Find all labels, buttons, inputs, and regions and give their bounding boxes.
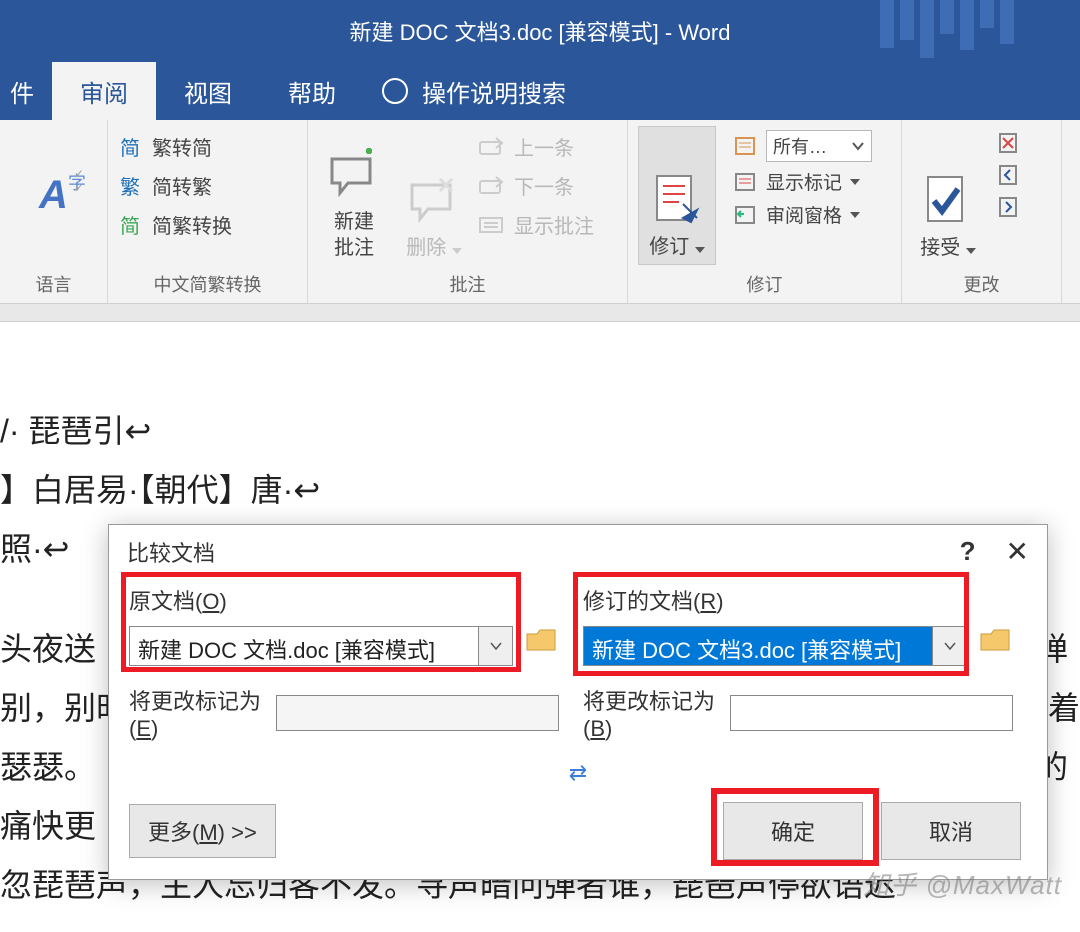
revised-document-dropdown[interactable] [933, 626, 967, 666]
delete-comment-button: 删除 [398, 126, 470, 265]
titlebar-graphic [880, 0, 1060, 62]
language-icon: A [39, 173, 68, 217]
simplified-glyph-icon: 简 [118, 132, 142, 161]
ribbon-group-simplified: 简 繁转简 繁 简转繁 简 简繁转换 中文简繁转换 [108, 120, 308, 303]
cancel-button[interactable]: 取消 [881, 802, 1021, 860]
next-change-button[interactable] [998, 196, 1022, 218]
prev-change-icon [998, 164, 1022, 186]
browse-original-button[interactable] [525, 626, 559, 654]
delete-comment-icon [406, 171, 462, 227]
markup-doc-icon [734, 136, 758, 156]
ribbon-group-comments: 新建 批注 删除 上一条 下一条 显示批注 [308, 120, 628, 303]
show-comments-icon [478, 214, 506, 236]
group-label-simplified: 中文简繁转换 [118, 265, 297, 301]
convert-glyph-icon: 简 [118, 210, 142, 239]
group-label-language: 语言 [10, 265, 97, 301]
group-label-tracking: 修订 [638, 265, 891, 301]
tab-view[interactable]: 视图 [156, 62, 260, 120]
group-label-changes: 更改 [912, 265, 1051, 301]
ok-button[interactable]: 确定 [723, 802, 863, 860]
group-label-comments: 批注 [318, 265, 617, 301]
reject-button[interactable] [998, 132, 1022, 154]
tab-review[interactable]: 审阅 [52, 62, 156, 120]
reviewing-pane-button[interactable]: 审阅窗格 [734, 201, 891, 228]
new-comment-button[interactable]: 新建 批注 [318, 126, 390, 265]
ribbon: A 字 ✓✓ 语言 简 繁转简 繁 简转繁 简 简繁转换 [0, 120, 1080, 304]
show-comments-button: 显示批注 [478, 210, 594, 239]
mark-changes-label-2: 将更改标记为(B) [583, 684, 718, 742]
new-comment-icon [326, 145, 382, 201]
mark-changes-input-1 [276, 695, 559, 731]
prev-change-button[interactable] [998, 164, 1022, 186]
reject-icon [998, 132, 1022, 154]
original-document-section: 原文档(O) 新建 DOC 文档.doc [兼容模式] 将更改标记为(E) [129, 584, 559, 742]
accept-button[interactable]: 接受 [912, 126, 984, 265]
prev-comment-button: 上一条 [478, 132, 594, 161]
swap-documents-button[interactable]: ⇄ [109, 746, 1047, 796]
accept-icon [920, 171, 976, 227]
traditional-glyph-icon: 繁 [118, 171, 142, 200]
revised-document-label: 修订的文档(R) [583, 584, 1013, 616]
prev-comment-icon [478, 136, 506, 158]
original-document-combo[interactable]: 新建 DOC 文档.doc [兼容模式] [129, 626, 479, 666]
convert-to-simplified[interactable]: 简 繁转简 [118, 132, 232, 161]
dialog-close-button[interactable]: ✕ [1006, 535, 1029, 568]
reviewing-pane-icon [734, 205, 758, 225]
revised-document-section: 修订的文档(R) 新建 DOC 文档3.doc [兼容模式] 将更改标记为(B) [583, 584, 1013, 742]
chevron-down-icon [851, 139, 865, 153]
lightbulb-icon [382, 78, 408, 104]
document-title: 新建 DOC 文档3.doc [兼容模式] - Word [350, 15, 731, 47]
tab-help[interactable]: 帮助 [260, 62, 364, 120]
doc-line: /· 琵琶引↩ [0, 402, 1080, 461]
revised-document-combo[interactable]: 新建 DOC 文档3.doc [兼容模式] [583, 626, 933, 666]
ribbon-group-tracking: 修订 所有… 显示标记 审阅窗格 修订 [628, 120, 902, 303]
next-change-icon [998, 196, 1022, 218]
mark-changes-input-2[interactable] [730, 695, 1013, 731]
show-markup-icon [734, 172, 758, 192]
doc-line: 】白居易·【朝代】唐·↩ [0, 461, 1080, 520]
ribbon-group-language: A 字 ✓✓ 语言 [0, 120, 108, 303]
ribbon-tabs: 件 审阅 视图 帮助 操作说明搜索 [0, 62, 1080, 120]
convert-to-traditional[interactable]: 繁 简转繁 [118, 171, 232, 200]
ribbon-group-changes: 接受 更改 [902, 120, 1062, 303]
track-changes-button[interactable]: 修订 [638, 126, 716, 265]
original-document-label: 原文档(O) [129, 584, 559, 616]
next-comment-icon [478, 175, 506, 197]
checkmarks-icon: ✓✓ [74, 167, 84, 195]
original-document-dropdown[interactable] [479, 626, 513, 666]
tell-me-search[interactable]: 操作说明搜索 [364, 62, 566, 120]
dialog-title: 比较文档 [127, 536, 215, 568]
ruler-area [0, 304, 1080, 322]
convert-simplified-traditional[interactable]: 简 简繁转换 [118, 210, 232, 239]
show-markup-button[interactable]: 显示标记 [734, 168, 891, 195]
mark-changes-label-1: 将更改标记为(E) [129, 684, 264, 742]
language-button[interactable]: A 字 ✓✓ [31, 169, 76, 222]
browse-revised-button[interactable] [979, 626, 1013, 654]
tab-file[interactable]: 件 [0, 62, 52, 120]
next-comment-button: 下一条 [478, 171, 594, 200]
dialog-help-button[interactable]: ? [960, 536, 976, 567]
title-bar: 新建 DOC 文档3.doc [兼容模式] - Word [0, 0, 1080, 62]
compare-documents-dialog: 比较文档 ? ✕ 原文档(O) 新建 DOC 文档.doc [兼容模式] 将更改… [108, 524, 1048, 880]
track-changes-icon [649, 170, 705, 226]
display-for-review[interactable]: 所有… [734, 130, 891, 162]
more-options-button[interactable]: 更多(M) >> [129, 804, 276, 858]
